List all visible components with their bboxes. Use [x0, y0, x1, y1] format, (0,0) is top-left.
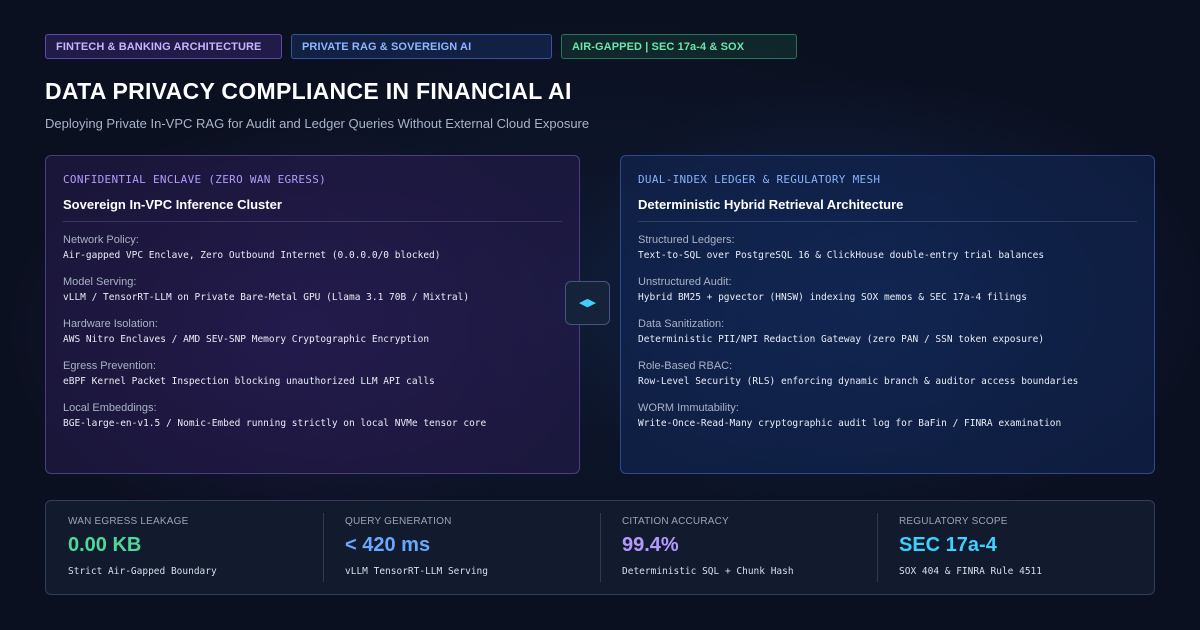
enclave-panel-heading: Sovereign In-VPC Inference Cluster — [63, 197, 282, 212]
spec-value: eBPF Kernel Packet Inspection blocking u… — [63, 376, 435, 387]
spec-label: Unstructured Audit: — [638, 276, 732, 288]
spec-item-network-policy: Network Policy: Air-gapped VPC Enclave, … — [63, 233, 562, 263]
spec-value: AWS Nitro Enclaves / AMD SEV-SNP Memory … — [63, 334, 430, 345]
spec-label: Data Sanitization: — [638, 318, 725, 330]
spec-item-data-sanitization: Data Sanitization: Deterministic PII/NPI… — [638, 317, 1137, 347]
metric-citation-accuracy: CITATION ACCURACY 99.4% Deterministic SQ… — [600, 501, 877, 594]
spec-value: Row-Level Security (RLS) enforcing dynam… — [638, 376, 1079, 387]
spec-value: Write-Once-Read-Many cryptographic audit… — [638, 418, 1062, 429]
page-title: DATA PRIVACY COMPLIANCE IN FINANCIAL AI — [45, 78, 572, 104]
spec-item-structured-ledgers: Structured Ledgers: Text-to-SQL over Pos… — [638, 233, 1137, 263]
metric-value: 99.4% — [622, 534, 679, 556]
metric-label: WAN EGRESS LEAKAGE — [68, 516, 189, 527]
spec-item-egress-prevention: Egress Prevention: eBPF Kernel Packet In… — [63, 359, 562, 389]
metric-wan-egress: WAN EGRESS LEAKAGE 0.00 KB Strict Air-Ga… — [46, 501, 323, 594]
metric-query-generation: QUERY GENERATION < 420 ms vLLM TensorRT-… — [323, 501, 600, 594]
spec-value: Air-gapped VPC Enclave, Zero Outbound In… — [63, 250, 441, 261]
metrics-bar: WAN EGRESS LEAKAGE 0.00 KB Strict Air-Ga… — [45, 500, 1155, 595]
spec-value: Hybrid BM25 + pgvector (HNSW) indexing S… — [638, 292, 1027, 303]
metric-label: CITATION ACCURACY — [622, 516, 729, 527]
spec-label: Role-Based RBAC: — [638, 360, 733, 372]
metric-description: Strict Air-Gapped Boundary — [68, 566, 217, 577]
spec-item-hardware-isolation: Hardware Isolation: AWS Nitro Enclaves /… — [63, 317, 562, 347]
spec-label: Network Policy: — [63, 234, 139, 246]
tag-private-rag: PRIVATE RAG & SOVEREIGN AI — [291, 34, 552, 59]
spec-label: Structured Ledgers: — [638, 234, 735, 246]
spec-value: BGE-large-en-v1.5 / Nomic-Embed running … — [63, 418, 487, 429]
metric-label: QUERY GENERATION — [345, 516, 452, 527]
spec-label: Egress Prevention: — [63, 360, 156, 372]
spec-label: Model Serving: — [63, 276, 137, 288]
panel-divider — [63, 221, 562, 222]
metric-value: 0.00 KB — [68, 534, 142, 556]
retrieval-panel-eyebrow: DUAL-INDEX LEDGER & REGULATORY MESH — [638, 173, 881, 186]
spec-item-local-embeddings: Local Embeddings: BGE-large-en-v1.5 / No… — [63, 401, 562, 431]
metric-description: SOX 404 & FINRA Rule 4511 — [899, 566, 1042, 577]
panel-divider — [638, 221, 1137, 222]
spec-label: Local Embeddings: — [63, 402, 157, 414]
spec-item-rbac: Role-Based RBAC: Row-Level Security (RLS… — [638, 359, 1137, 389]
bidirectional-arrows-icon: ◀ ▶ — [565, 281, 610, 325]
metric-value: SEC 17a-4 — [899, 534, 997, 556]
tag-fintech-banking: FINTECH & BANKING ARCHITECTURE — [45, 34, 282, 59]
spec-value: Deterministic PII/NPI Redaction Gateway … — [638, 334, 1045, 345]
metric-regulatory-scope: REGULATORY SCOPE SEC 17a-4 SOX 404 & FIN… — [877, 501, 1154, 594]
tag-row: FINTECH & BANKING ARCHITECTURE PRIVATE R… — [45, 34, 797, 59]
retrieval-panel-heading: Deterministic Hybrid Retrieval Architect… — [638, 197, 904, 212]
metric-description: Deterministic SQL + Chunk Hash — [622, 566, 794, 577]
spec-item-model-serving: Model Serving: vLLM / TensorRT-LLM on Pr… — [63, 275, 562, 305]
enclave-panel-eyebrow: CONFIDENTIAL ENCLAVE (ZERO WAN EGRESS) — [63, 173, 327, 186]
metric-value: < 420 ms — [345, 534, 431, 556]
spec-label: Hardware Isolation: — [63, 318, 158, 330]
spec-value: vLLM / TensorRT-LLM on Private Bare-Meta… — [63, 292, 470, 303]
spec-item-worm-immutability: WORM Immutability: Write-Once-Read-Many … — [638, 401, 1137, 431]
spec-value: Text-to-SQL over PostgreSQL 16 & ClickHo… — [638, 250, 1045, 261]
spec-item-unstructured-audit: Unstructured Audit: Hybrid BM25 + pgvect… — [638, 275, 1137, 305]
spec-label: WORM Immutability: — [638, 402, 739, 414]
arrow-left-icon: ◀ — [579, 296, 588, 309]
metric-description: vLLM TensorRT-LLM Serving — [345, 566, 488, 577]
metric-label: REGULATORY SCOPE — [899, 516, 1008, 527]
retrieval-panel: DUAL-INDEX LEDGER & REGULATORY MESH Dete… — [620, 155, 1155, 474]
tag-air-gapped: AIR-GAPPED | SEC 17a-4 & SOX — [561, 34, 797, 59]
page-subtitle: Deploying Private In-VPC RAG for Audit a… — [45, 116, 590, 131]
enclave-panel: CONFIDENTIAL ENCLAVE (ZERO WAN EGRESS) S… — [45, 155, 580, 474]
arrow-right-icon: ▶ — [587, 296, 596, 309]
